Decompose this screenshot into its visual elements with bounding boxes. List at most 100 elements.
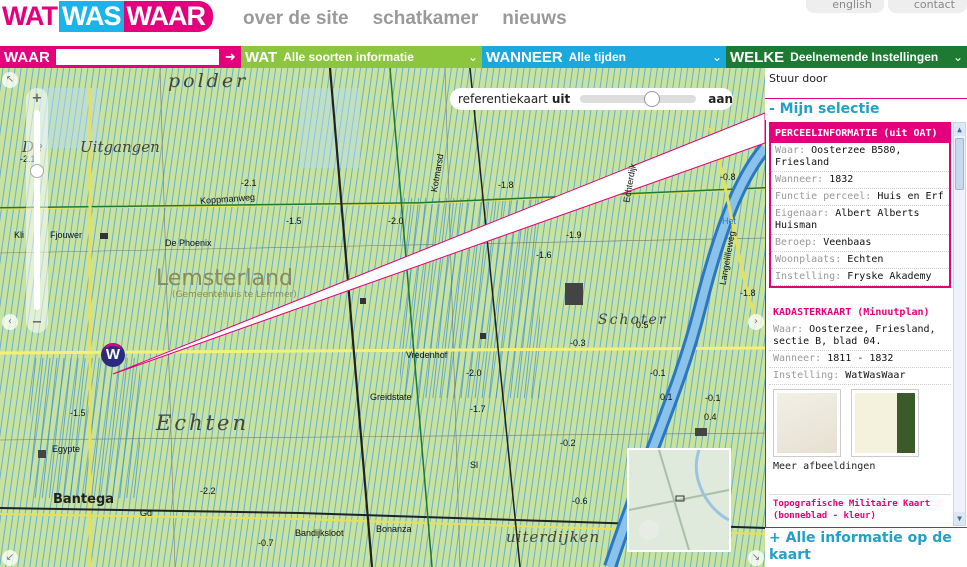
filter-welke[interactable]: WELKE Deelnemende Instellingen ⌄ bbox=[726, 46, 967, 68]
depth-label: 0.4 bbox=[704, 412, 717, 422]
panel-scrollbar[interactable]: ▲ ▼ bbox=[953, 122, 966, 526]
pan-top-left-icon[interactable]: ↖ bbox=[2, 72, 18, 88]
card-title: Topografische Militaire Kaart (bonneblad… bbox=[773, 499, 931, 521]
reference-map-on[interactable]: aan bbox=[708, 92, 733, 106]
nav-nieuws[interactable]: nieuws bbox=[502, 8, 566, 30]
filter-wat-label: WAT bbox=[245, 48, 278, 66]
depth-label: -0.8 bbox=[720, 172, 736, 182]
filter-welke-value: Deelnemende Instellingen bbox=[790, 50, 939, 64]
site-logo[interactable]: WAT WAS WAAR bbox=[0, 0, 213, 33]
card-row: Instelling: WatWasWaar bbox=[769, 368, 951, 385]
card-row: Woonplaats: Echten bbox=[771, 252, 949, 269]
english-link[interactable]: english bbox=[806, 0, 884, 13]
label-de-phoenix: De Phoenix bbox=[165, 238, 212, 248]
card-title: KADASTERKAART (Minuutplan) bbox=[773, 307, 930, 318]
reference-map-off[interactable]: uit bbox=[552, 92, 570, 106]
map-view[interactable]: polder De Uitgangen Lemsterland (Gemeent… bbox=[0, 68, 765, 567]
zoom-slider-track[interactable] bbox=[34, 110, 40, 310]
depth-label: -0.7 bbox=[258, 538, 274, 548]
depth-label: -0.6 bbox=[572, 496, 588, 506]
label-gd: Gd bbox=[140, 508, 153, 518]
nav-schatkamer[interactable]: schatkamer bbox=[373, 8, 479, 30]
pan-bottom-left-icon[interactable]: ↙ bbox=[2, 550, 18, 566]
card-row: Wanneer: 1832 bbox=[771, 172, 949, 189]
result-card-perceel[interactable]: PERCEELINFORMATIE (uit OAT) Waar: Ooster… bbox=[769, 122, 951, 288]
selection-marker-icon[interactable]: W bbox=[101, 343, 125, 367]
scroll-down-icon[interactable]: ▼ bbox=[954, 512, 965, 525]
selection-list: PERCEELINFORMATIE (uit OAT) Waar: Ooster… bbox=[765, 120, 967, 528]
depth-label: -0.3 bbox=[570, 338, 586, 348]
depth-label: 0.1 bbox=[660, 392, 673, 402]
filter-wat[interactable]: WAT Alle soorten informatie ⌄ bbox=[241, 46, 482, 68]
more-images-link[interactable]: Meer afbeeldingen bbox=[769, 461, 951, 472]
waar-go-arrow-icon[interactable]: ➜ bbox=[225, 49, 236, 65]
label-egypte: Egypte bbox=[52, 444, 81, 454]
send-link[interactable]: Stuur door bbox=[769, 72, 827, 85]
label-schoter: Schoter bbox=[598, 312, 668, 328]
my-selection-header[interactable]: - Mijn selectie bbox=[765, 98, 967, 120]
label-bonanza: Bonanza bbox=[376, 524, 412, 534]
zoom-slider-handle[interactable] bbox=[30, 164, 44, 178]
info-panel: Stuur door - Mijn selectie PERCEELINFORM… bbox=[765, 68, 967, 567]
filter-wanneer[interactable]: WANNEER Alle tijden ⌄ bbox=[482, 46, 726, 68]
chevron-down-icon: ⌄ bbox=[711, 50, 723, 64]
all-info-link[interactable]: + Alle informatie op de kaart bbox=[769, 530, 965, 564]
filter-bar: WAAR ➜ WAT Alle soorten informatie ⌄ WAN… bbox=[0, 46, 967, 68]
card-row: Waar: Oosterzee, Friesland, sectie B, bl… bbox=[769, 322, 951, 351]
label-fjouwer: Fjouwer bbox=[50, 230, 83, 240]
chevron-down-icon: ⌄ bbox=[467, 50, 479, 64]
label-echten: Echten bbox=[156, 411, 250, 435]
zoom-in-button[interactable]: + bbox=[26, 91, 48, 106]
filter-welke-label: WELKE bbox=[730, 48, 785, 66]
contact-link[interactable]: contact bbox=[887, 0, 967, 13]
label-het: Het bbox=[722, 216, 737, 226]
reference-map-toggle: referentiekaart uit aan bbox=[450, 88, 733, 110]
result-card-topo[interactable]: Topografische Militaire Kaart (bonneblad… bbox=[769, 494, 951, 525]
minimap-canvas bbox=[629, 450, 729, 550]
label-bantega: Bantega bbox=[53, 492, 115, 507]
map-thumbnail[interactable] bbox=[851, 389, 919, 457]
filter-waar: WAAR ➜ bbox=[0, 46, 241, 68]
chevron-down-icon: ⌄ bbox=[952, 50, 964, 64]
thumbnail-row bbox=[769, 385, 951, 461]
label-vredenhof: Vredenhof bbox=[406, 350, 448, 360]
depth-label: -1.5 bbox=[286, 216, 302, 226]
scroll-thumb[interactable] bbox=[955, 138, 964, 190]
depth-label: -2.0 bbox=[388, 216, 404, 226]
nav-over-de-site[interactable]: over de site bbox=[243, 8, 349, 30]
label-gemeentehuis: (Gemeentehuis te Lemmer) bbox=[172, 290, 297, 300]
filter-wanneer-label: WANNEER bbox=[486, 48, 563, 66]
zoom-out-button[interactable]: − bbox=[26, 315, 48, 330]
result-card-kadaster[interactable]: KADASTERKAART (Minuutplan) Waar: Oosterz… bbox=[769, 303, 951, 472]
card-row: Wanneer: 1811 - 1832 bbox=[769, 351, 951, 368]
reference-map-slider-handle[interactable] bbox=[644, 91, 661, 107]
logo-wat: WAT bbox=[0, 1, 59, 32]
depth-label: -1.8 bbox=[740, 288, 756, 298]
label-greidstate: Greidstate bbox=[370, 392, 412, 402]
pan-left-icon[interactable]: ‹ bbox=[2, 314, 18, 330]
pan-bottom-right-icon[interactable]: ↘ bbox=[748, 550, 764, 566]
top-links: english contact bbox=[802, 0, 967, 13]
map-thumbnail[interactable] bbox=[773, 389, 841, 457]
zoom-control: + − bbox=[26, 88, 48, 333]
card-row: Waar: Oosterzee B580, Friesland bbox=[771, 143, 949, 172]
label-sl: Sl bbox=[470, 460, 479, 470]
logo-waar: WAAR bbox=[123, 1, 213, 32]
filter-wanneer-value: Alle tijden bbox=[568, 50, 627, 64]
card-row: Instelling: Fryske Akademy bbox=[771, 269, 949, 286]
label-uitgangen: Uitgangen bbox=[80, 138, 160, 156]
label-lemsterland: Lemsterland bbox=[156, 266, 294, 291]
pan-right-icon[interactable]: › bbox=[748, 314, 764, 330]
main-nav: over de site schatkamer nieuws bbox=[243, 8, 567, 30]
label-bandijksloot: Bandijksloot bbox=[295, 528, 344, 538]
depth-label: -0.1 bbox=[705, 393, 721, 403]
depth-label: -1.6 bbox=[536, 250, 552, 260]
overview-minimap[interactable] bbox=[627, 448, 731, 552]
reference-map-slider[interactable] bbox=[580, 91, 697, 107]
waar-search-input[interactable] bbox=[55, 49, 219, 65]
label-kil: Kli bbox=[14, 230, 25, 240]
scroll-up-icon[interactable]: ▲ bbox=[954, 123, 965, 136]
depth-label: -2.0 bbox=[466, 368, 482, 378]
depth-label: -0.2 bbox=[560, 438, 576, 448]
card-title: PERCEELINFORMATIE (uit OAT) bbox=[771, 124, 949, 143]
